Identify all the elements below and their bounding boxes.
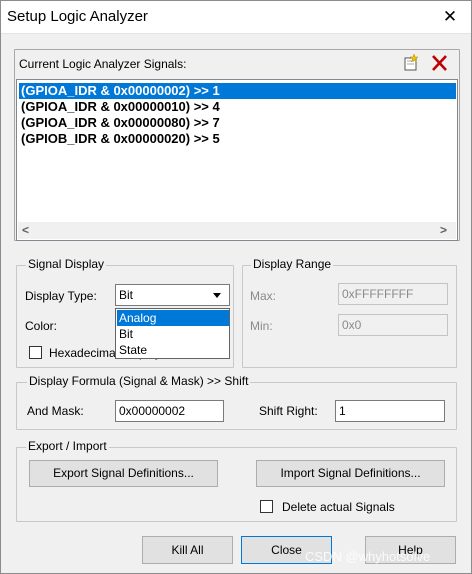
- signal-list-item[interactable]: (GPIOB_IDR & 0x00000020) >> 5: [19, 131, 456, 147]
- display-type-value: Bit: [119, 288, 134, 302]
- display-range-legend: Display Range: [251, 257, 334, 271]
- import-signal-definitions-button[interactable]: Import Signal Definitions...: [256, 460, 445, 487]
- export-signal-definitions-button[interactable]: Export Signal Definitions...: [29, 460, 218, 487]
- window-title: Setup Logic Analyzer: [7, 8, 148, 25]
- delete-signal-icon[interactable]: [429, 53, 451, 73]
- scroll-right-button[interactable]: >: [440, 222, 452, 239]
- chevron-down-icon[interactable]: [208, 287, 226, 303]
- hexadecimal-checkbox[interactable]: [29, 346, 42, 359]
- option-bit[interactable]: Bit: [117, 326, 229, 342]
- display-formula-legend: Display Formula (Signal & Mask) >> Shift: [27, 374, 251, 388]
- and-mask-label: And Mask:: [27, 404, 84, 418]
- delete-actual-signals-label: Delete actual Signals: [282, 500, 395, 514]
- export-import-legend: Export / Import: [26, 439, 109, 453]
- shift-right-input[interactable]: 1: [335, 400, 445, 422]
- scroll-left-button[interactable]: <: [22, 222, 34, 239]
- delete-actual-signals-checkbox[interactable]: [260, 500, 273, 513]
- display-type-label: Display Type:: [25, 289, 97, 303]
- and-mask-input[interactable]: 0x00000002: [115, 400, 224, 422]
- max-label: Max:: [250, 289, 277, 303]
- signals-listbox[interactable]: (GPIOA_IDR & 0x00000002) >> 1 (GPIOA_IDR…: [16, 79, 458, 241]
- max-input[interactable]: 0xFFFFFFFF: [338, 283, 448, 305]
- signal-list-item[interactable]: (GPIOA_IDR & 0x00000080) >> 7: [19, 115, 456, 131]
- signal-list-item[interactable]: (GPIOA_IDR & 0x00000010) >> 4: [19, 99, 456, 115]
- signal-display-legend: Signal Display: [26, 257, 107, 271]
- setup-logic-analyzer-dialog: Setup Logic Analyzer ✕ Current Logic Ana…: [0, 0, 472, 574]
- kill-all-button[interactable]: Kill All: [142, 536, 233, 564]
- title-bar: Setup Logic Analyzer ✕: [1, 1, 471, 34]
- display-type-select[interactable]: Bit: [115, 284, 230, 306]
- display-type-options[interactable]: Analog Bit State: [115, 308, 230, 359]
- option-state[interactable]: State: [117, 342, 229, 358]
- horizontal-scrollbar[interactable]: < >: [18, 222, 456, 239]
- signals-header: Current Logic Analyzer Signals:: [19, 57, 187, 71]
- close-window-icon[interactable]: ✕: [437, 5, 463, 29]
- option-analog[interactable]: Analog: [117, 310, 229, 326]
- color-label: Color:: [25, 319, 58, 333]
- shift-right-label: Shift Right:: [259, 404, 318, 418]
- watermark: CSDN @whyhotsolve: [305, 549, 431, 564]
- min-input[interactable]: 0x0: [338, 314, 448, 336]
- new-signal-icon[interactable]: [400, 53, 422, 73]
- signal-list-item[interactable]: (GPIOA_IDR & 0x00000002) >> 1: [19, 83, 456, 99]
- min-label: Min:: [250, 319, 273, 333]
